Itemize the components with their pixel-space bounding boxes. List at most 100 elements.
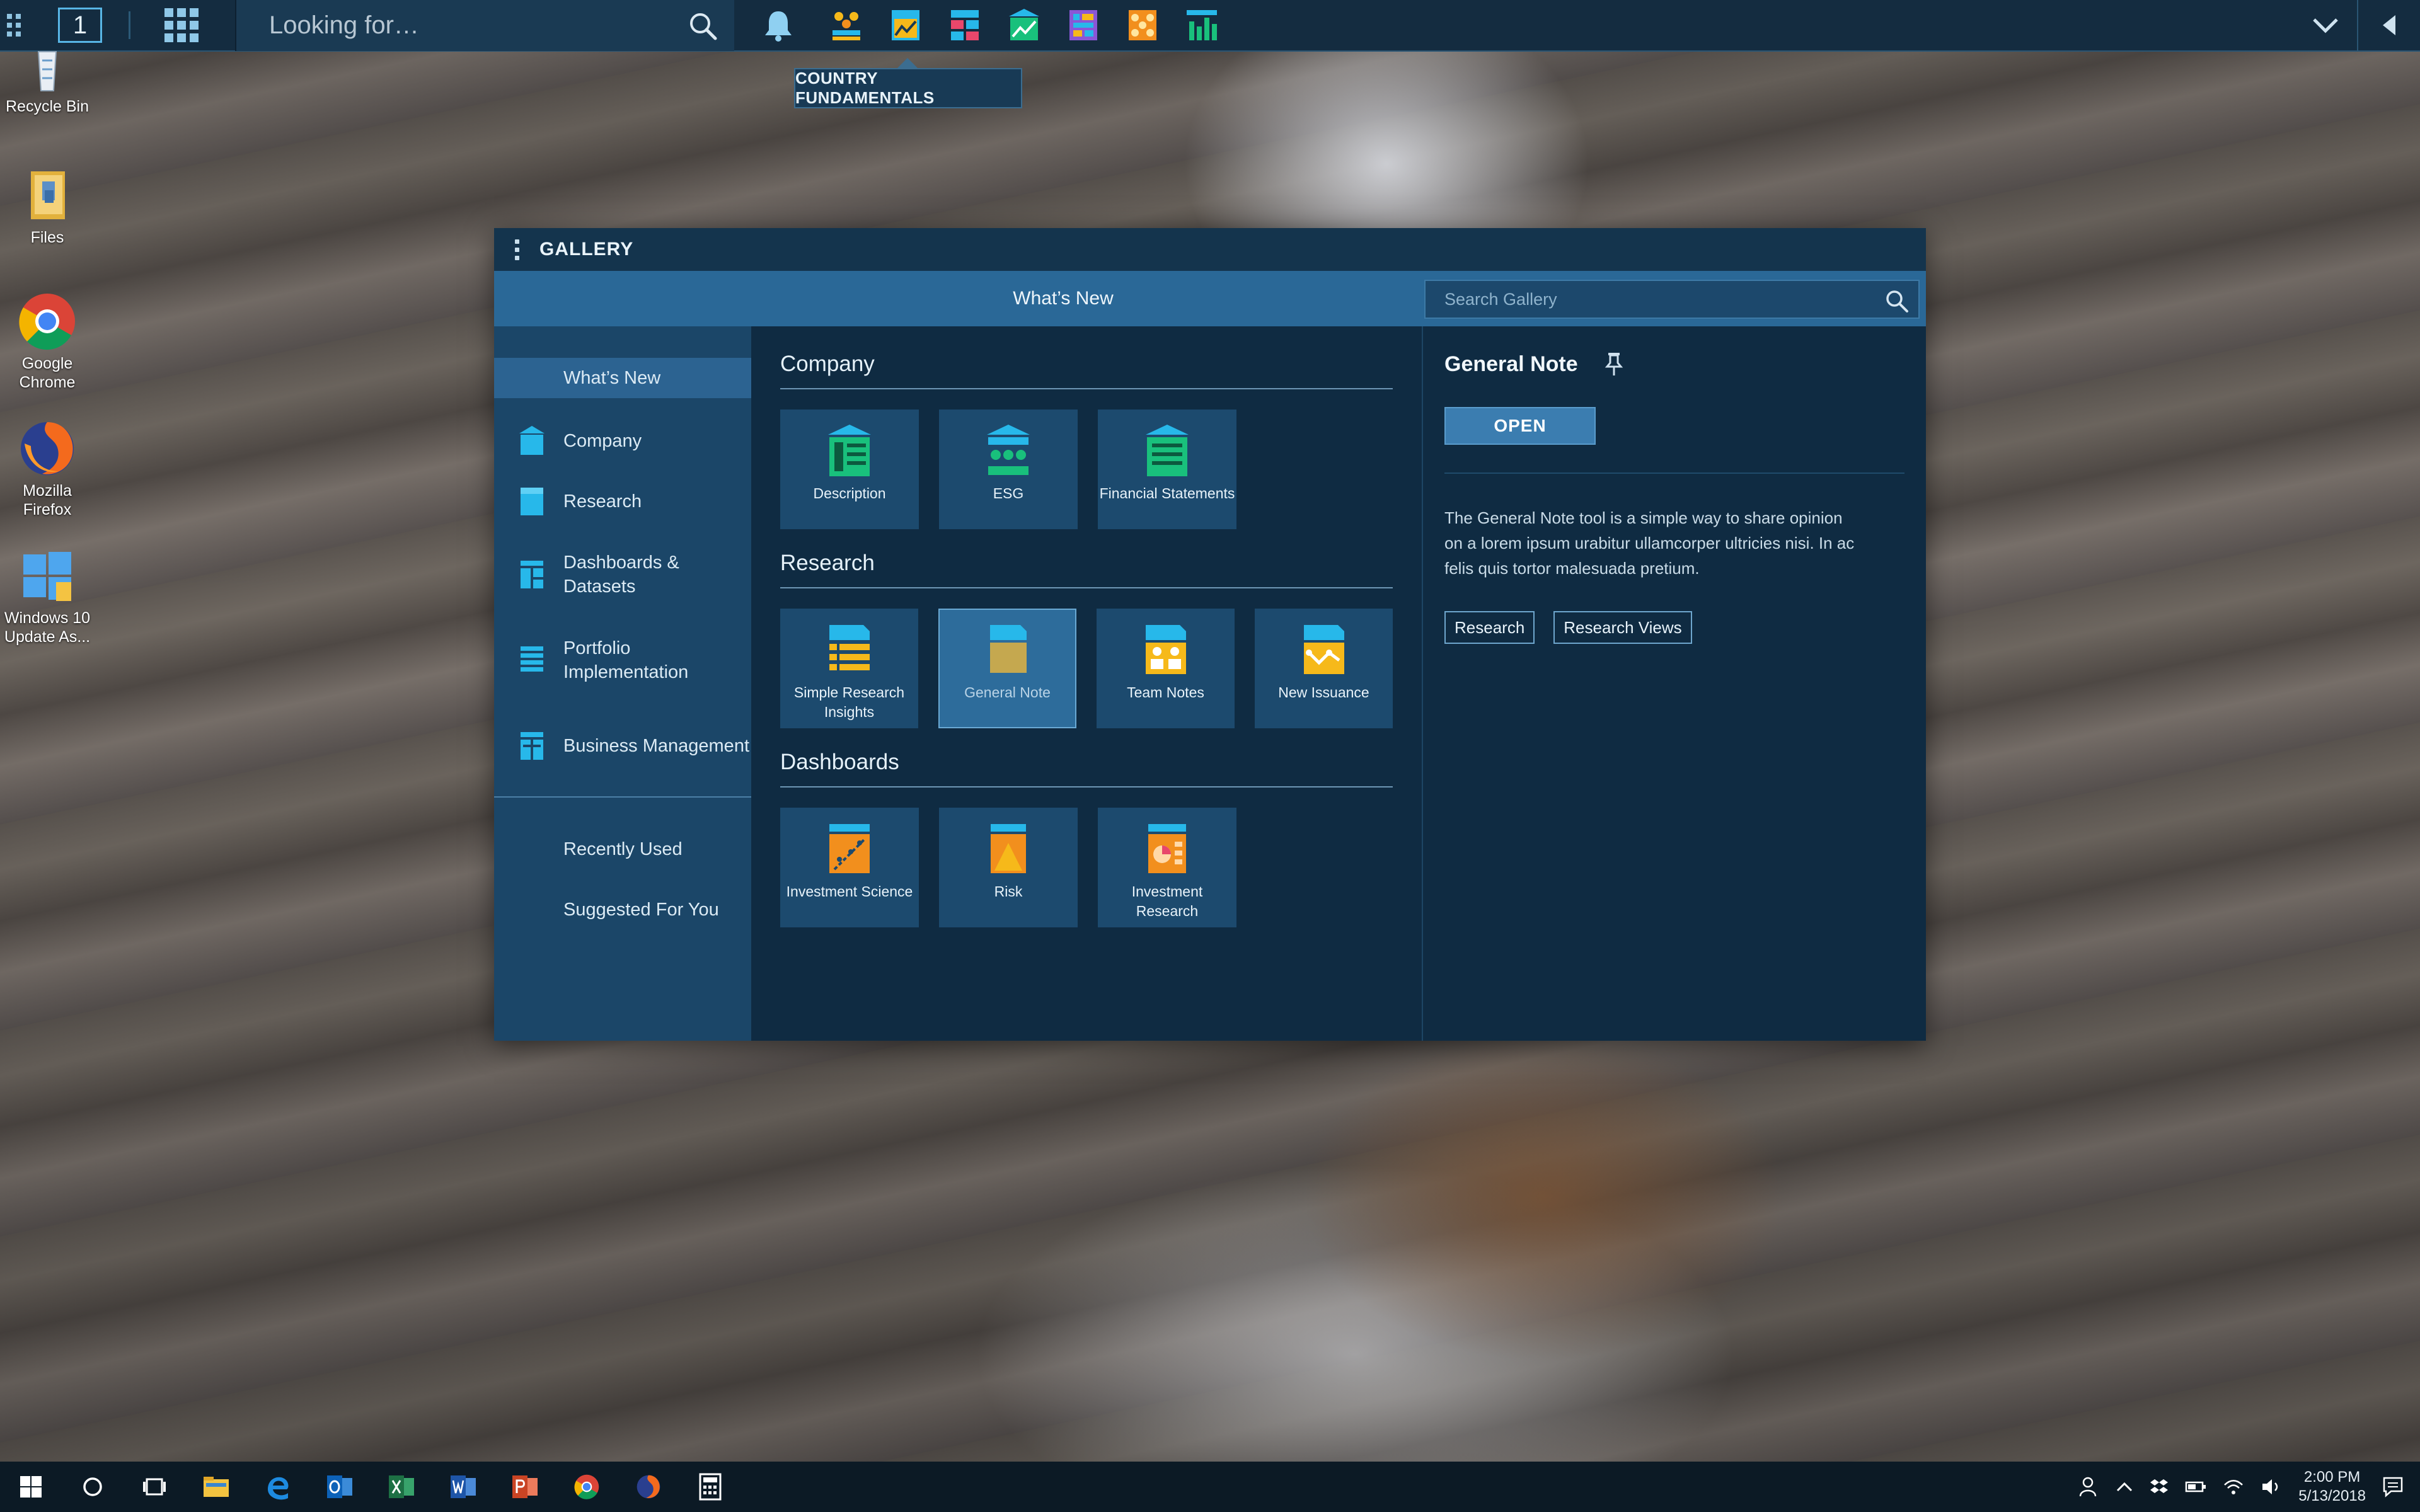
sidebar-item-label: What’s New (563, 368, 661, 388)
investment-science-icon (829, 824, 870, 873)
company-chart-app-icon[interactable] (1006, 8, 1042, 43)
calculator-icon[interactable] (679, 1462, 741, 1512)
esg-icon (987, 425, 1030, 475)
gallery-search-placeholder: Search Gallery (1444, 289, 1557, 309)
detail-tags: Research Research Views (1444, 611, 1904, 644)
word-icon[interactable] (432, 1462, 494, 1512)
chevron-down-icon[interactable] (2294, 16, 2357, 35)
desktop-icon-files[interactable]: Files (0, 165, 95, 247)
firefox-icon (17, 418, 78, 479)
business-icon (521, 732, 543, 760)
tag-research-views[interactable]: Research Views (1553, 611, 1692, 644)
tile-team-notes[interactable]: Team Notes (1097, 609, 1235, 728)
dropbox-icon[interactable] (2150, 1478, 2169, 1496)
desktop-icon-mozilla-firefox[interactable]: Mozilla Firefox (0, 418, 95, 519)
new-issuance-icon (1303, 625, 1344, 674)
tile-risk[interactable]: Risk (939, 808, 1078, 927)
gallery-search-input[interactable]: Search Gallery (1424, 280, 1920, 319)
tile-label: Investment Research (1131, 883, 1203, 919)
sidebar-item-recently-used[interactable]: Recently Used (494, 819, 751, 879)
desktop-icon-google-chrome[interactable]: Google Chrome (0, 291, 95, 392)
tile-label: Description (813, 485, 886, 501)
windows-update-icon (17, 546, 78, 606)
research-tiles: Simple Research Insights General Note Te… (780, 609, 1393, 728)
tile-investment-science[interactable]: Investment Science (780, 808, 919, 927)
desktop-icon-recycle-bin[interactable]: Recycle Bin (0, 47, 95, 116)
sidebar-item-research[interactable]: Research (494, 471, 751, 532)
sidebar-item-company[interactable]: Company (494, 411, 751, 471)
pin-icon[interactable] (1603, 352, 1625, 377)
sidebar-item-suggested[interactable]: Suggested For You (494, 879, 751, 940)
network-app-icon[interactable] (1125, 8, 1160, 43)
open-button[interactable]: OPEN (1444, 407, 1596, 445)
tile-label: Financial Statements (1099, 485, 1235, 501)
search-icon[interactable] (1884, 289, 1910, 314)
task-view-icon[interactable] (124, 1462, 185, 1512)
more-options-icon[interactable] (494, 239, 539, 260)
search-icon[interactable] (688, 11, 718, 41)
gallery-banner: What’s New Search Gallery (494, 271, 1926, 326)
tile-new-issuance[interactable]: New Issuance (1255, 609, 1393, 728)
gallery-title: GALLERY (539, 239, 634, 260)
bar-chart-app-icon[interactable] (1184, 8, 1219, 43)
gallery-window: GALLERY What’s New Search Gallery What’s… (494, 228, 1926, 1041)
tile-label: Team Notes (1127, 684, 1204, 701)
people-app-icon[interactable] (829, 8, 864, 43)
chrome-taskbar-icon[interactable] (556, 1462, 618, 1512)
workspace-number-button[interactable]: 1 (58, 8, 102, 43)
notification-center-icon[interactable] (2382, 1476, 2404, 1498)
tile-description[interactable]: Description (780, 410, 919, 529)
gallery-content: Company Description ESG Financial Statem… (751, 326, 1422, 1041)
tag-research[interactable]: Research (1444, 611, 1535, 644)
desktop-icon-label: Files (30, 229, 64, 246)
sidebar-item-portfolio[interactable]: Portfolio Implementation (494, 617, 751, 703)
dashboards-icon (521, 561, 543, 588)
tile-esg[interactable]: ESG (939, 410, 1078, 529)
sidebar-item-label: Recently Used (563, 839, 683, 859)
sidebar-item-label: Research (563, 491, 642, 512)
volume-icon[interactable] (2261, 1477, 2282, 1496)
windows-taskbar: 2:00 PM 5/13/2018 (0, 1462, 2420, 1512)
research-icon (521, 488, 543, 515)
country-fundamentals-app-icon[interactable] (888, 8, 923, 43)
sidebar-item-whats-new[interactable]: What’s New (494, 358, 751, 398)
investment-research-icon (1148, 824, 1186, 873)
sidebar-item-business[interactable]: Business Management (494, 703, 751, 789)
risk-icon (991, 824, 1026, 873)
tile-financial-statements[interactable]: Financial Statements (1098, 410, 1236, 529)
tile-label: General Note (964, 684, 1051, 701)
top-toolbar: 1 Looking for… (0, 0, 2420, 52)
global-search-input[interactable]: Looking for… (236, 0, 734, 51)
sidebar-item-dashboards[interactable]: Dashboards & Datasets (494, 532, 751, 617)
outlook-icon[interactable] (309, 1462, 371, 1512)
chevron-up-icon[interactable] (2116, 1480, 2133, 1493)
chrome-icon (17, 291, 78, 352)
cortana-search-icon[interactable] (62, 1462, 124, 1512)
wifi-icon[interactable] (2223, 1477, 2244, 1496)
notifications-bell-icon[interactable] (734, 0, 822, 51)
app-grid-icon[interactable] (164, 8, 199, 42)
windows-start-icon[interactable] (0, 1462, 62, 1512)
tile-label: Simple Research Insights (793, 684, 905, 720)
desktop-icon-windows-update[interactable]: Windows 10 Update As... (0, 546, 95, 646)
people-icon[interactable] (2078, 1476, 2099, 1498)
dashboards-tiles: Investment Science Risk Investment Resea… (780, 808, 1393, 927)
battery-icon[interactable] (2185, 1480, 2206, 1493)
detail-panel: General Note OPEN The General Note tool … (1422, 326, 1926, 1041)
sidebar-item-label: Company (563, 431, 642, 451)
tile-investment-research[interactable]: Investment Research (1098, 808, 1236, 927)
edge-browser-icon[interactable] (247, 1462, 309, 1512)
detail-divider (1444, 472, 1904, 474)
detail-description: The General Note tool is a simple way to… (1444, 508, 1855, 578)
matrix-app-icon[interactable] (1066, 8, 1101, 43)
firefox-taskbar-icon[interactable] (618, 1462, 679, 1512)
tile-general-note[interactable]: General Note (938, 609, 1076, 728)
file-explorer-icon[interactable] (185, 1462, 247, 1512)
excel-icon[interactable] (371, 1462, 432, 1512)
drag-handle-icon[interactable] (0, 0, 28, 51)
powerpoint-icon[interactable] (494, 1462, 556, 1512)
collapse-toolbar-icon[interactable] (2357, 0, 2420, 51)
tile-simple-research-insights[interactable]: Simple Research Insights (780, 609, 918, 728)
taskbar-clock[interactable]: 2:00 PM 5/13/2018 (2298, 1468, 2366, 1506)
layout-app-icon[interactable] (947, 8, 982, 43)
